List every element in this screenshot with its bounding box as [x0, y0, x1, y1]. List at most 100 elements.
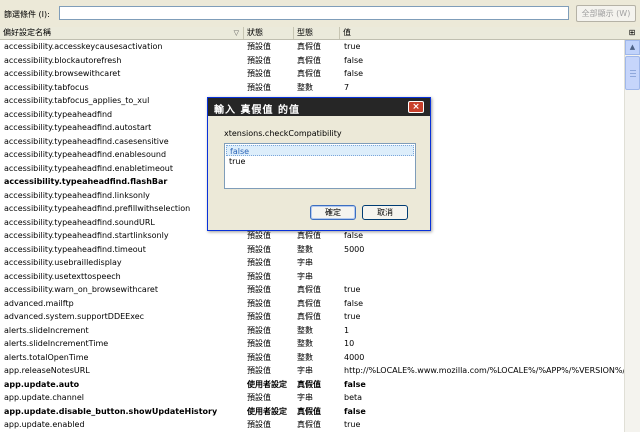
table-row[interactable]: accessibility.typeaheadfind.startlinkson…	[0, 229, 624, 243]
pref-status: 預設值	[247, 55, 271, 65]
pref-status: 預設值	[247, 231, 271, 240]
pref-value: http://%LOCALE%.www.mozilla.com/%LOCALE%…	[344, 366, 624, 375]
close-icon[interactable]: ×	[408, 101, 424, 113]
filter-label: 篩選條件 (I):	[4, 10, 50, 19]
list-header: 偏好設定名稱 ▽ 狀態 型態 值	[0, 27, 624, 40]
column-picker-icon[interactable]: ⊞	[624, 27, 640, 40]
scroll-thumb[interactable]	[625, 56, 640, 90]
dialog-title: 輸入 真假值 的值	[214, 105, 300, 116]
pref-value: 5000	[344, 244, 365, 254]
pref-value: false	[344, 406, 366, 416]
boolean-value-list[interactable]: false true	[224, 143, 416, 189]
pref-status: 預設值	[247, 393, 271, 402]
table-row[interactable]: advanced.mailftp 預設值 真假值 false	[0, 297, 624, 311]
column-header-type[interactable]: 型態	[294, 27, 340, 39]
column-name-label: 偏好設定名稱	[3, 28, 51, 37]
pref-type: 字串	[297, 393, 313, 402]
pref-status: 使用者設定	[247, 379, 287, 389]
dialog-title-bar[interactable]: 輸入 真假值 的值 ×	[208, 98, 430, 116]
ok-button[interactable]: 確定	[310, 205, 356, 220]
pref-status: 預設值	[247, 42, 271, 51]
pref-value: false	[344, 231, 364, 240]
pref-value: beta	[344, 393, 363, 402]
pref-type: 真假值	[297, 298, 321, 308]
table-row[interactable]: accessibility.browsewithcaret 預設值 真假值 false	[0, 67, 624, 81]
pref-status: 預設值	[247, 258, 271, 267]
table-row[interactable]: alerts.totalOpenTime 預設值 整數 4000	[0, 351, 624, 365]
pref-type: 真假值	[297, 42, 321, 51]
dialog-prompt: xtensions.checkCompatibility	[224, 129, 342, 138]
pref-status: 預設值	[247, 420, 271, 429]
grip-line	[630, 76, 636, 77]
column-header-status[interactable]: 狀態	[244, 27, 294, 39]
pref-name: accessibility.usebrailledisplay	[4, 258, 122, 267]
table-row[interactable]: accessibility.usetexttospeech 預設值 字串	[0, 270, 624, 284]
pref-type: 真假值	[297, 231, 321, 240]
pref-status: 預設值	[247, 82, 271, 92]
pref-status: 預設值	[247, 366, 271, 375]
column-header-name[interactable]: 偏好設定名稱 ▽	[0, 27, 244, 39]
table-row[interactable]: accessibility.warn_on_browsewithcaret 預設值…	[0, 283, 624, 297]
pref-status: 預設值	[247, 271, 271, 281]
pref-status: 預設值	[247, 325, 271, 335]
pref-status: 預設值	[247, 339, 271, 348]
table-row[interactable]: alerts.slideIncrementTime 預設值 整數 10	[0, 337, 624, 351]
table-row[interactable]: app.update.channel 預設值 字串 beta	[0, 391, 624, 405]
table-row[interactable]: alerts.slideIncrement 預設值 整數 1	[0, 324, 624, 338]
pref-name: app.update.channel	[4, 393, 84, 402]
pref-value: 4000	[344, 352, 365, 362]
sort-ascending-icon: ▽	[233, 29, 239, 37]
pref-name: accessibility.tabfocus	[4, 82, 89, 92]
pref-value: false	[344, 55, 364, 65]
pref-status: 預設值	[247, 69, 271, 78]
pref-status: 預設值	[247, 352, 271, 362]
grip-line	[630, 70, 636, 71]
column-header-value[interactable]: 值	[340, 27, 624, 39]
pref-value: true	[344, 285, 361, 294]
pref-value: false	[344, 298, 364, 308]
pref-value: true	[344, 420, 361, 429]
pref-name: accessibility.accesskeycausesactivation	[4, 42, 163, 51]
show-all-button[interactable]: 全部顯示 (W)	[576, 5, 636, 22]
table-row[interactable]: app.update.enabled 預設值 真假值 true	[0, 418, 624, 432]
pref-status: 預設值	[247, 298, 271, 308]
pref-name: accessibility.blockautorefresh	[4, 55, 122, 65]
table-row[interactable]: accessibility.typeaheadfind.timeout 預設值 整數…	[0, 243, 624, 257]
pref-type: 真假值	[297, 285, 321, 294]
table-row[interactable]: accessibility.blockautorefresh 預設值 真假值 fals…	[0, 54, 624, 68]
pref-type: 整數	[297, 325, 313, 335]
vertical-scrollbar[interactable]: ▲	[624, 40, 640, 432]
table-row[interactable]: advanced.system.supportDDEExec 預設值 真假值 true	[0, 310, 624, 324]
pref-value: true	[344, 42, 361, 51]
grip-line	[630, 73, 636, 74]
option-true[interactable]: true	[226, 156, 414, 167]
cancel-button[interactable]: 取消	[362, 205, 408, 220]
pref-name: app.releaseNotesURL	[4, 366, 90, 375]
pref-type: 整數	[297, 352, 313, 362]
pref-type: 真假值	[297, 312, 321, 321]
pref-type: 字串	[297, 258, 313, 267]
pref-type: 整數	[297, 82, 313, 92]
pref-name: app.update.auto	[4, 379, 80, 389]
option-false[interactable]: false	[226, 145, 414, 156]
scroll-up-arrow-icon[interactable]: ▲	[625, 40, 640, 55]
pref-name: accessibility.warn_on_browsewithcaret	[4, 285, 158, 294]
pref-name: alerts.totalOpenTime	[4, 352, 89, 362]
pref-name: app.update.enabled	[4, 420, 85, 429]
pref-name: accessibility.typeaheadfind.timeout	[4, 244, 146, 254]
pref-value: false	[344, 379, 366, 389]
filter-input[interactable]	[59, 6, 569, 20]
table-row[interactable]: accessibility.usebrailledisplay 預設值 字串	[0, 256, 624, 270]
table-row[interactable]: accessibility.accesskeycausesactivation 預…	[0, 40, 624, 54]
pref-status: 預設值	[247, 244, 271, 254]
pref-name: accessibility.typeaheadfind.startlinkson…	[4, 231, 169, 240]
table-row[interactable]: accessibility.tabfocus 預設值 整數 7	[0, 81, 624, 95]
pref-value: 1	[344, 325, 350, 335]
pref-status: 預設值	[247, 285, 271, 294]
table-row[interactable]: app.update.disable_button.showUpdateHist…	[0, 405, 624, 419]
pref-name: app.update.disable_button.showUpdateHist…	[4, 406, 218, 416]
filter-bar: 篩選條件 (I): 全部顯示 (W)	[0, 0, 640, 26]
table-row[interactable]: app.releaseNotesURL 預設值 字串 http://%LOCALE%.…	[0, 364, 624, 378]
pref-type: 真假值	[297, 55, 321, 65]
table-row[interactable]: app.update.auto 使用者設定 真假值 false	[0, 378, 624, 392]
